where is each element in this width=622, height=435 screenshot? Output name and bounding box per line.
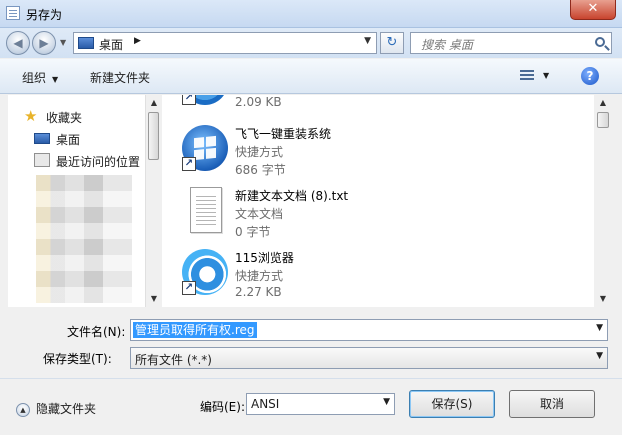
chevron-down-icon: ▼ [52, 75, 59, 84]
file-size: 0 字节 [235, 225, 271, 239]
search-icon[interactable] [595, 37, 605, 47]
encoding-value: ANSI [251, 397, 280, 411]
sidebar-item-label: 最近访问的位置 [56, 155, 141, 169]
cancel-button[interactable]: 取消 [509, 390, 595, 418]
chevron-down-icon[interactable]: ▼ [596, 351, 603, 361]
recent-pages-dropdown-icon[interactable]: ▼ [60, 38, 66, 47]
sidebar-item-recent-places[interactable]: 最近访问的位置 [34, 151, 160, 171]
sidebar-item-favorites[interactable]: ★ 收藏夹 [24, 107, 160, 127]
sidebar-item-desktop[interactable]: 桌面 [34, 129, 160, 149]
address-location[interactable]: 桌面 [99, 36, 123, 53]
organize-menu[interactable]: 组织 ▼ [22, 69, 58, 86]
scroll-down-icon[interactable]: ▼ [595, 291, 611, 307]
hide-folders-label: 隐藏文件夹 [36, 402, 97, 416]
encoding-select[interactable]: ANSI ▼ [246, 393, 395, 415]
text-file-icon [190, 187, 222, 233]
shortcut-arrow-icon: ↗ [182, 95, 196, 105]
scroll-down-icon[interactable]: ▼ [146, 291, 162, 307]
filetype-select[interactable]: 所有文件 (*.*) ▼ [130, 347, 608, 369]
list-item[interactable]: ↗ 飞飞一键重装系统 快捷方式 686 字节 [182, 125, 582, 185]
search-input[interactable]: 搜索 桌面 [410, 32, 612, 54]
forward-button[interactable]: ▶ [32, 31, 56, 55]
address-row: ◀ ▶ ▼ 桌面 ▶ ▼ ↻ 搜索 桌面 [0, 28, 622, 58]
file-type: 快捷方式 [235, 269, 284, 283]
ie-shortcut-icon: ↗ [182, 95, 228, 105]
address-dropdown-icon[interactable]: ▼ [364, 36, 371, 46]
list-item[interactable]: ↗ 115浏览器 快捷方式 2.27 KB [182, 249, 582, 307]
title-bar: 另存为 ✕ [0, 0, 622, 28]
save-button[interactable]: 保存(S) [409, 390, 495, 418]
desktop-icon [34, 133, 50, 144]
chevron-down-icon[interactable]: ▼ [383, 397, 390, 407]
scroll-up-icon[interactable]: ▲ [146, 95, 162, 111]
divider [0, 378, 622, 379]
file-name: 115浏览器 [235, 251, 294, 265]
new-folder-button[interactable]: 新建文件夹 [90, 69, 150, 86]
star-icon: ★ [24, 107, 38, 125]
view-dropdown-icon[interactable]: ▼ [543, 71, 549, 80]
close-button[interactable]: ✕ [570, 0, 616, 20]
shortcut-arrow-icon: ↗ [182, 157, 196, 171]
filename-label: 文件名(N): [67, 325, 126, 339]
navigation-scrollbar[interactable]: ▲ ▼ [145, 95, 161, 307]
desktop-icon [78, 37, 94, 49]
chevron-down-icon[interactable]: ▼ [596, 323, 603, 333]
hide-folders-button[interactable]: ▲ 隐藏文件夹 [16, 400, 96, 417]
sidebar-item-label: 桌面 [56, 133, 81, 147]
recent-places-icon [34, 153, 50, 167]
file-name: 飞飞一键重装系统 [235, 127, 332, 141]
list-item[interactable]: 新建文本文档 (8).txt 文本文档 0 字节 [182, 187, 582, 247]
organize-label: 组织 [22, 71, 47, 85]
filename-input[interactable]: 管理员取得所有权.reg ▼ [130, 319, 608, 341]
notepad-icon [6, 6, 20, 20]
refresh-button[interactable]: ↻ [380, 32, 404, 54]
scroll-thumb[interactable] [148, 112, 159, 160]
windows-shortcut-icon: ↗ [182, 125, 228, 171]
115-browser-shortcut-icon: ↗ [182, 249, 228, 295]
blurred-region [36, 175, 132, 303]
file-list: ↗ 2.09 KB ↗ 飞飞一键重装系统 快捷方式 686 字节 新建文本文档 … [162, 95, 594, 307]
file-list-scrollbar[interactable]: ▲ ▼ [595, 95, 612, 307]
back-button[interactable]: ◀ [6, 31, 30, 55]
search-placeholder: 搜索 桌面 [421, 38, 473, 52]
file-type: 文本文档 [235, 207, 284, 221]
toolbar: 组织 ▼ 新建文件夹 ▼ ? [0, 59, 622, 94]
breadcrumb-arrow-icon[interactable]: ▶ [134, 36, 141, 46]
file-size: 686 字节 [235, 163, 286, 177]
scroll-up-icon[interactable]: ▲ [595, 95, 611, 111]
sidebar-item-label: 收藏夹 [46, 111, 83, 125]
filename-value[interactable]: 管理员取得所有权.reg [133, 322, 257, 338]
view-options-icon[interactable] [520, 68, 534, 82]
navigation-pane: ★ 收藏夹 桌面 最近访问的位置 [8, 95, 161, 307]
file-size: 2.09 KB [235, 95, 282, 109]
filetype-value: 所有文件 (*.*) [135, 353, 212, 367]
window-title: 另存为 [26, 8, 63, 22]
address-bar[interactable]: 桌面 ▶ ▼ [73, 32, 377, 54]
help-button[interactable]: ? [581, 67, 599, 85]
encoding-label: 编码(E): [200, 400, 245, 414]
file-type: 快捷方式 [235, 145, 284, 159]
filetype-label: 保存类型(T): [43, 352, 112, 366]
scroll-thumb[interactable] [597, 112, 609, 128]
shortcut-arrow-icon: ↗ [182, 281, 196, 295]
file-size: 2.27 KB [235, 285, 282, 299]
file-name: 新建文本文档 (8).txt [235, 189, 349, 203]
list-item[interactable]: ↗ 2.09 KB [182, 95, 582, 119]
chevron-up-icon: ▲ [16, 402, 30, 417]
